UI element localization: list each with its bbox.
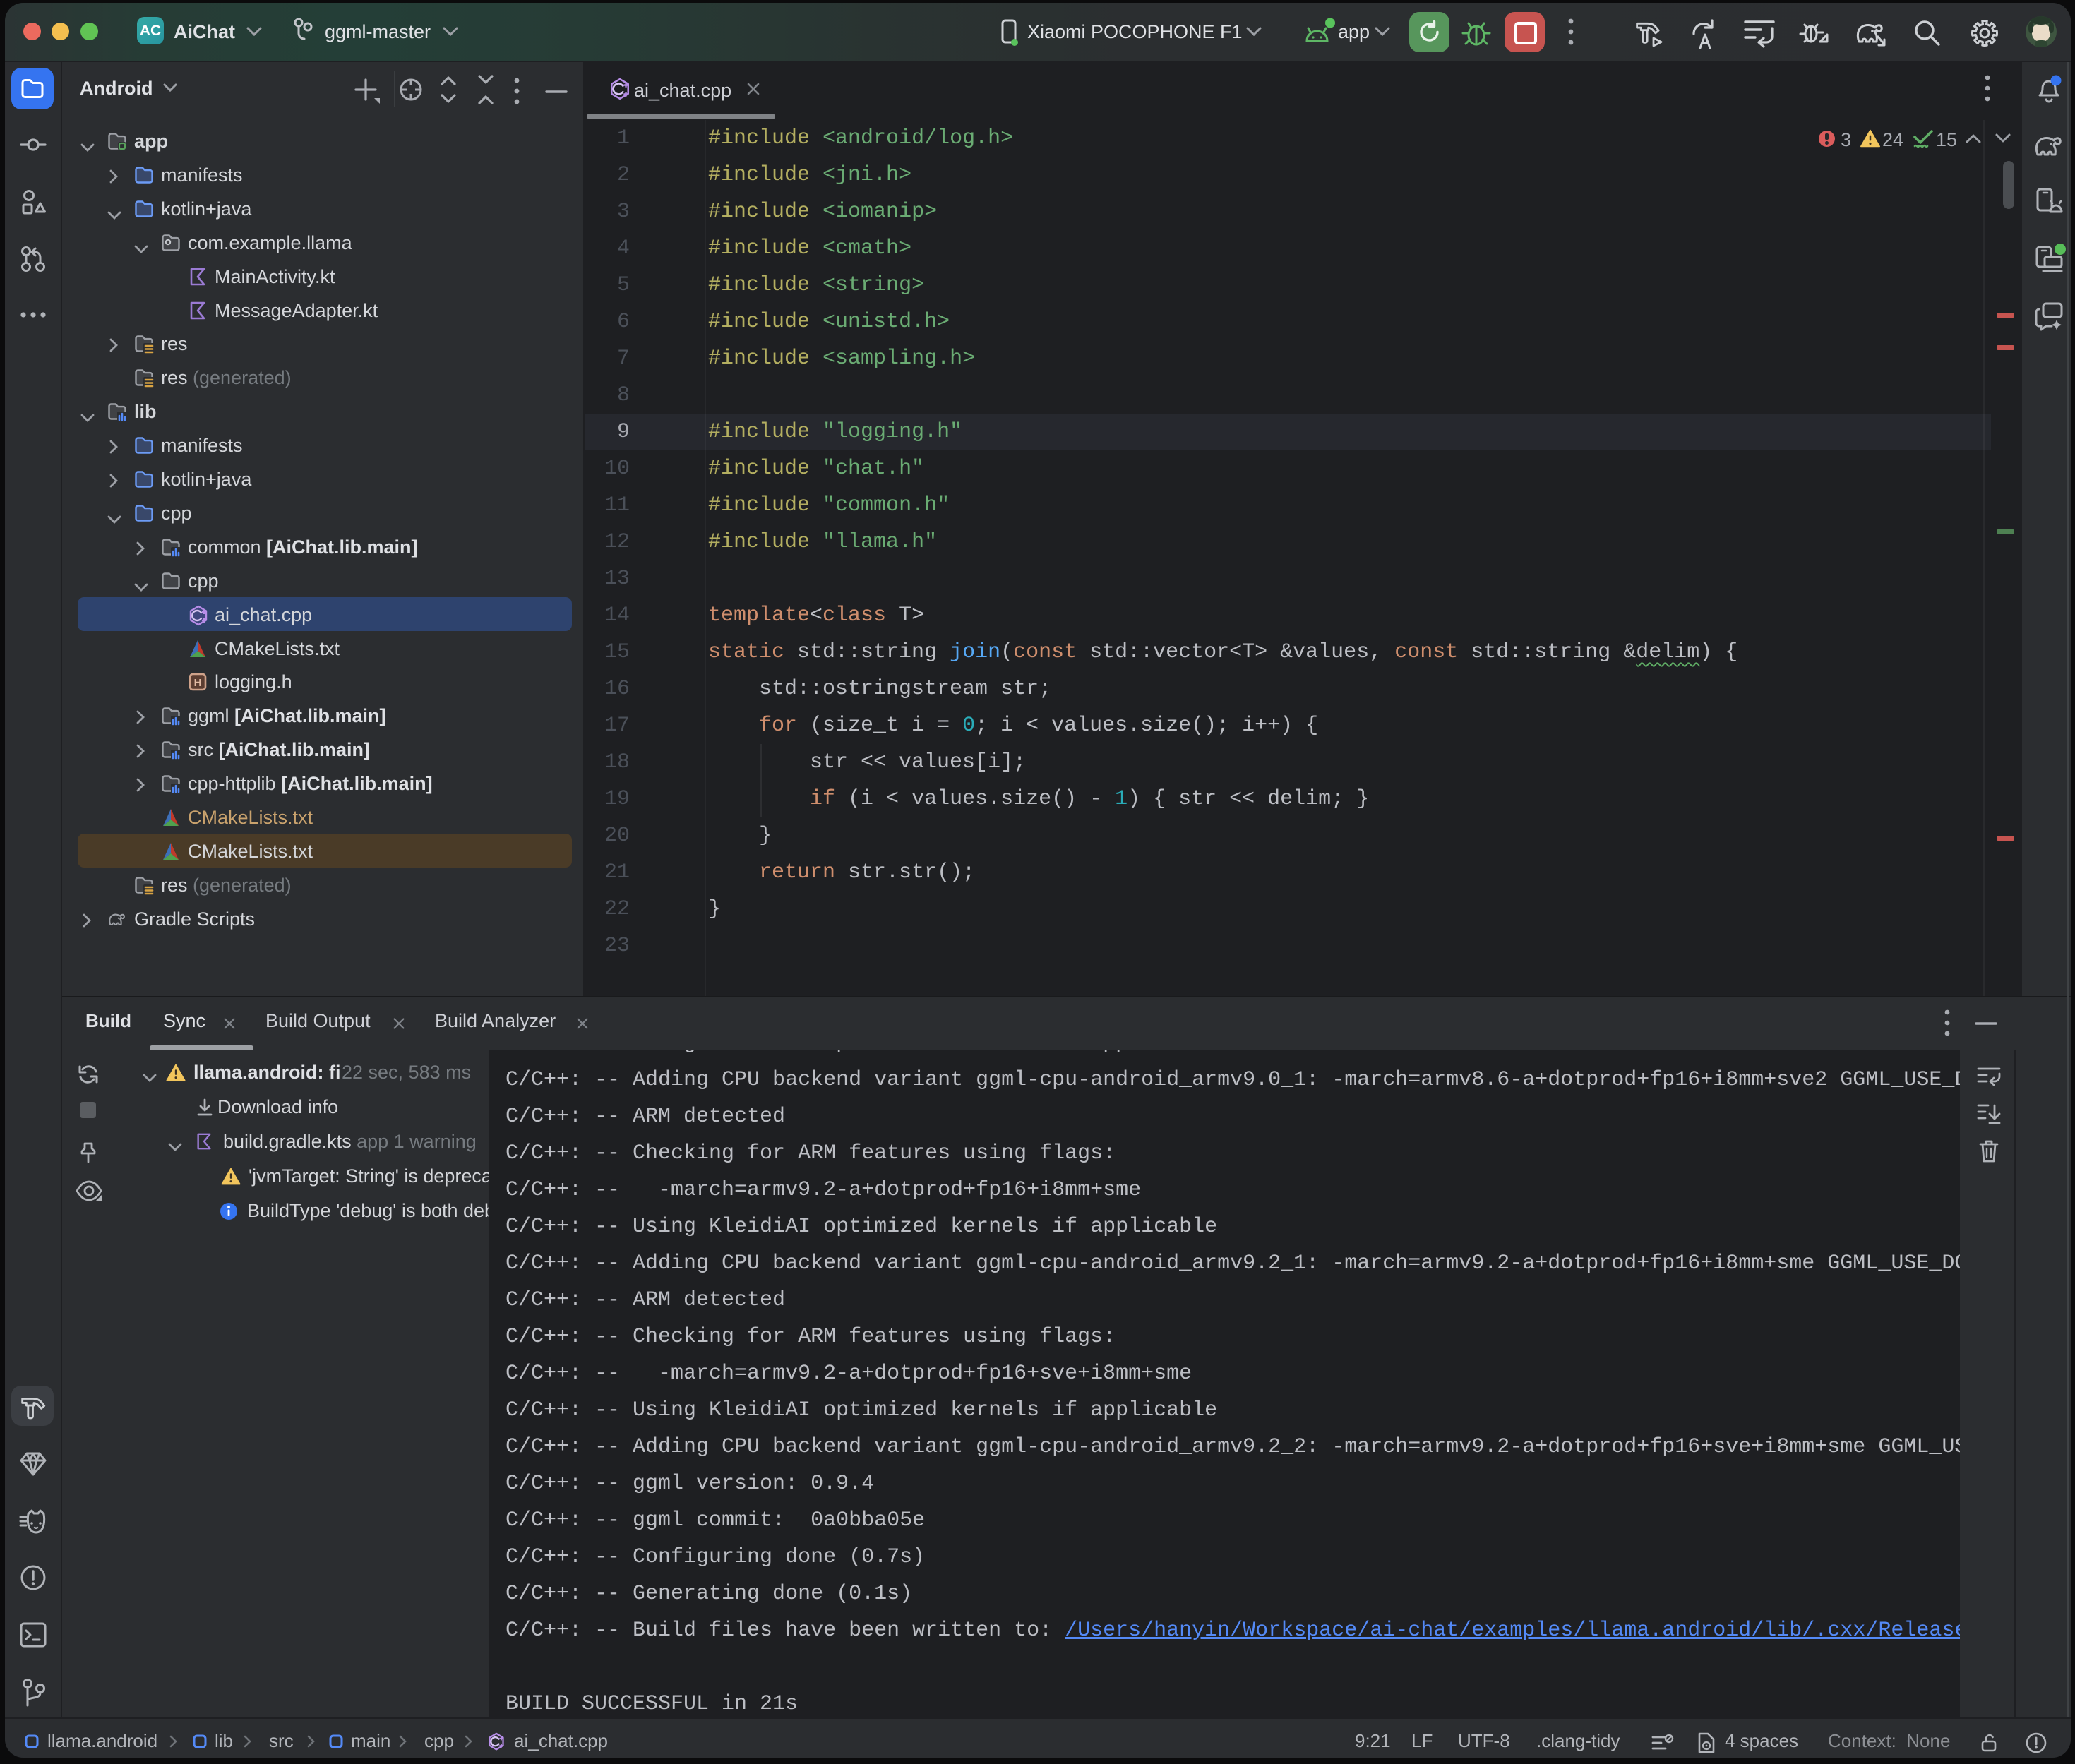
svg-text:H: H <box>194 677 202 689</box>
